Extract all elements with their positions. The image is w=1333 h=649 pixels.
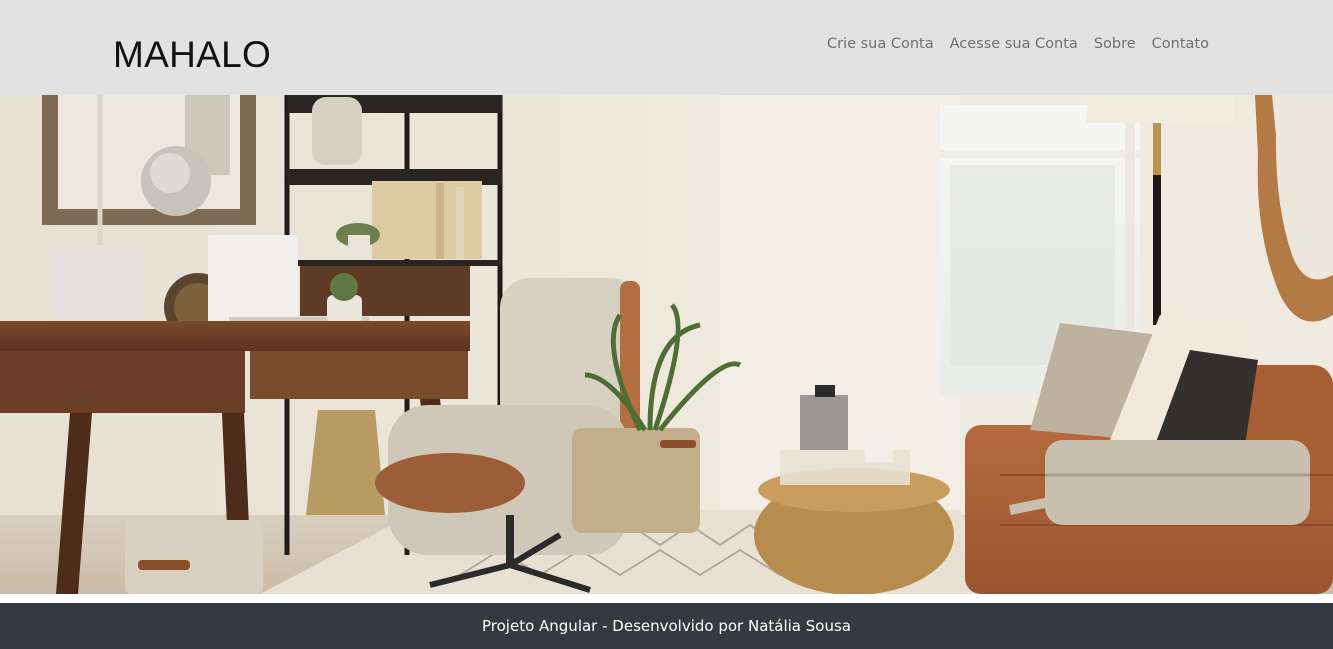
vase [312, 97, 362, 165]
basket [125, 520, 263, 594]
moka-pot [800, 395, 848, 450]
hero-image [0, 95, 1333, 594]
desk-top [0, 321, 470, 351]
cup [865, 440, 893, 462]
footer-credit: Projeto Angular - Desenvolvido por Natál… [482, 617, 851, 635]
site-footer: Projeto Angular - Desenvolvido por Natál… [0, 603, 1333, 649]
hero-illustration [0, 95, 1333, 594]
nav-link-contato[interactable]: Contato [1144, 32, 1209, 56]
books [372, 181, 482, 259]
woven-bag [306, 410, 385, 515]
main-nav: Crie sua Conta Acesse sua Conta Sobre Co… [819, 32, 1209, 56]
brand-logo[interactable]: MAHALO [113, 33, 271, 77]
throw-blanket [1045, 440, 1310, 525]
floor-lamp-shade [1086, 95, 1234, 123]
monitor [208, 235, 298, 325]
nav-link-sobre[interactable]: Sobre [1086, 32, 1144, 56]
nav-link-crie-sua-conta[interactable]: Crie sua Conta [819, 32, 942, 56]
nav-link-acesse-sua-conta[interactable]: Acesse sua Conta [942, 32, 1086, 56]
site-header: MAHALO Crie sua Conta Acesse sua Conta S… [0, 0, 1333, 95]
